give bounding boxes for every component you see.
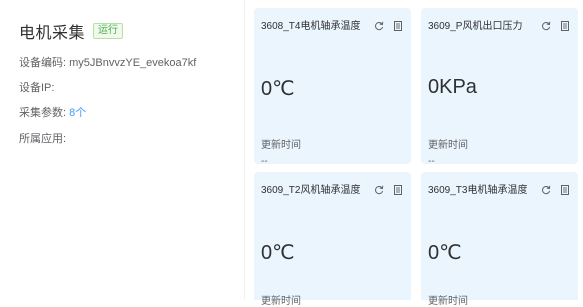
- param-card-name: 3609_T2风机轴承温度: [261, 185, 361, 196]
- panel-divider: [244, 0, 245, 300]
- device-info-panel: 电机采集 运行 设备编码: my5JBnvvzYE_evekoa7kf 设备IP…: [0, 0, 244, 300]
- refresh-icon[interactable]: [374, 182, 384, 195]
- app-label: 所属应用:: [19, 133, 67, 145]
- param-card[interactable]: 3609_T2风机轴承温度 0℃ 更新时间: [254, 172, 411, 307]
- param-card-name: 3609_P风机出口压力: [428, 21, 523, 32]
- param-card-value: 0℃: [261, 242, 295, 264]
- param-card-actions: [541, 18, 570, 31]
- param-card[interactable]: 3608_T4电机轴承温度 0℃ 更新时间 --: [254, 8, 411, 167]
- param-card-update-label: 更新时间: [428, 140, 468, 151]
- param-card-update-label: 更新时间: [261, 140, 301, 151]
- param-card[interactable]: 3609_P风机出口压力 0KPa 更新时间 --: [421, 8, 578, 167]
- device-ip-row: 设备IP:: [19, 79, 54, 95]
- document-icon[interactable]: [560, 182, 570, 195]
- collect-params-row: 采集参数: 8个: [19, 104, 86, 120]
- device-title: 电机采集: [19, 25, 86, 42]
- param-card-update-value: --: [261, 156, 268, 167]
- param-card-actions: [541, 182, 570, 195]
- param-card-update-value: --: [428, 156, 435, 167]
- status-badge: 运行: [93, 23, 124, 39]
- device-code-label: 设备编码:: [19, 57, 67, 69]
- device-code-value: my5JBnvvzYE_evekoa7kf: [69, 57, 197, 69]
- device-code-row: 设备编码: my5JBnvvzYE_evekoa7kf: [19, 54, 196, 70]
- app-row: 所属应用:: [19, 130, 66, 146]
- refresh-icon[interactable]: [541, 182, 551, 195]
- param-card-actions: [374, 182, 403, 195]
- device-ip-label: 设备IP:: [19, 82, 55, 94]
- param-card[interactable]: 3609_T3电机轴承温度 0℃ 更新时间: [421, 172, 578, 307]
- refresh-icon[interactable]: [374, 18, 384, 31]
- param-card-value: 0℃: [261, 78, 295, 100]
- param-card-value: 0℃: [428, 242, 462, 264]
- collect-params-link[interactable]: 8个: [69, 107, 86, 119]
- device-title-row: 电机采集 运行: [19, 19, 124, 43]
- document-icon[interactable]: [560, 18, 570, 31]
- document-icon[interactable]: [393, 18, 403, 31]
- document-icon[interactable]: [393, 182, 403, 195]
- param-card-actions: [374, 18, 403, 31]
- refresh-icon[interactable]: [541, 18, 551, 31]
- collect-params-label: 采集参数:: [19, 107, 67, 119]
- param-card-value: 0KPa: [428, 76, 477, 98]
- param-card-name: 3608_T4电机轴承温度: [261, 21, 361, 32]
- param-card-name: 3609_T3电机轴承温度: [428, 185, 528, 196]
